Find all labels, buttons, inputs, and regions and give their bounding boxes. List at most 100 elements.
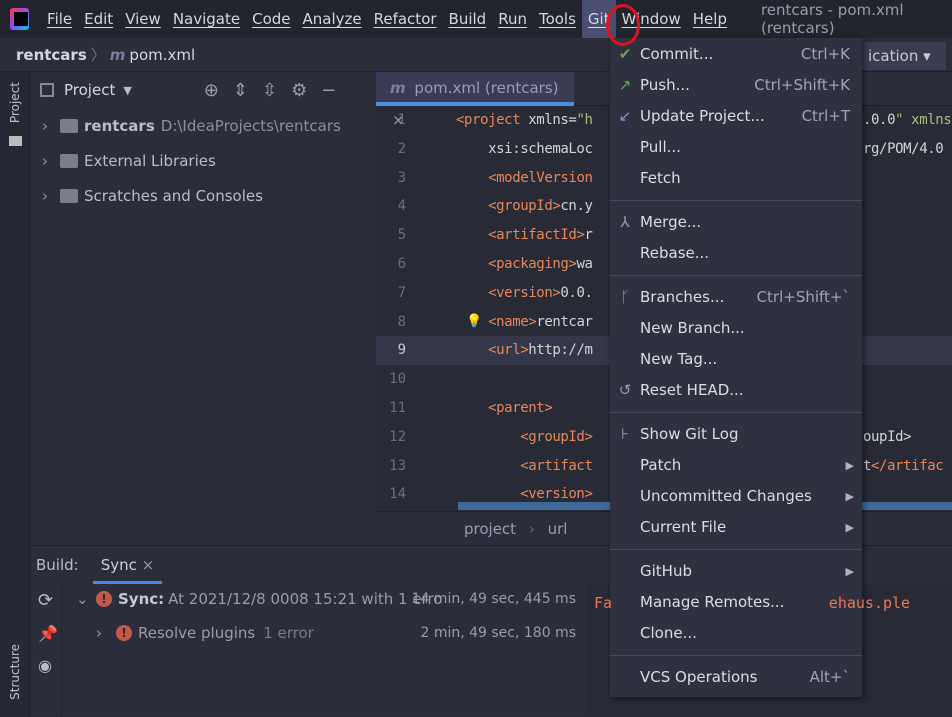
line-text: <url>http://m <box>488 342 593 359</box>
close-icon[interactable]: × <box>142 556 155 574</box>
chevron-right-icon[interactable]: › <box>42 187 60 205</box>
pin-icon[interactable]: 📌 <box>38 624 58 643</box>
library-icon <box>60 153 78 168</box>
submenu-arrow-icon: ▶ <box>845 521 854 534</box>
tree-item[interactable]: › Scratches and Consoles <box>30 178 376 213</box>
line-text-right: rg/POM/4.0 <box>863 140 944 157</box>
chevron-right-icon[interactable]: › <box>42 152 60 170</box>
git-menu-item-merge[interactable]: ⅄ Merge... <box>610 207 862 238</box>
git-menu-item-patch[interactable]: Patch ▶ <box>610 450 862 481</box>
line-number: 8 <box>397 313 406 330</box>
submenu-arrow-icon: ▶ <box>845 490 854 503</box>
menu-refactor[interactable]: Refactor <box>368 0 443 38</box>
project-panel-title[interactable]: Project <box>64 81 115 99</box>
minimize-icon[interactable]: − <box>321 80 350 101</box>
left-tool-strip: Project Structure <box>0 72 30 716</box>
git-menu-item-new-branch[interactable]: New Branch... <box>610 313 862 344</box>
tab-sync[interactable]: Sync × <box>92 546 163 584</box>
structure-tool-tab[interactable]: Structure <box>8 644 22 700</box>
crumb-url[interactable]: url <box>548 520 568 538</box>
expand-all-icon[interactable]: ⇕ <box>233 80 262 101</box>
tree-item-label: rentcars <box>84 116 155 135</box>
menu-edit[interactable]: Edit <box>78 0 119 38</box>
menu-item-label: Show Git Log <box>640 425 739 443</box>
menu-separator <box>610 200 862 201</box>
panel-icon <box>40 83 54 97</box>
menu-item-label: Pull... <box>640 138 681 156</box>
git-menu-item-vcs-operations[interactable]: VCS Operations Alt+` <box>610 662 862 693</box>
line-number: 3 <box>397 169 406 186</box>
row-time: 2 min, 49 sec, 180 ms <box>420 625 576 641</box>
folder-icon <box>60 118 78 133</box>
line-number: 9 <box>397 342 406 359</box>
git-menu-item-uncommitted-changes[interactable]: Uncommitted Changes ▶ <box>610 481 862 512</box>
row-time: 14 min, 49 sec, 445 ms <box>411 591 576 607</box>
build-toolbar: ⟳ 📌 ◉ <box>30 584 62 717</box>
project-tool-tab[interactable]: Project <box>8 82 22 123</box>
line-number: 6 <box>397 255 406 272</box>
line-text: <artifactId>r <box>488 227 593 244</box>
menu-build[interactable]: Build <box>443 0 493 38</box>
menu-separator <box>610 549 862 550</box>
eye-icon[interactable]: ◉ <box>38 656 52 675</box>
git-menu-item-current-file[interactable]: Current File ▶ <box>610 512 862 543</box>
row-text: Resolve plugins <box>138 624 256 642</box>
menu-view[interactable]: View <box>119 0 167 38</box>
line-text: <version>0.0. <box>488 284 593 301</box>
build-row-sync[interactable]: ⌄ ! Sync: At 2021/12/8 0008 15:21 with 1… <box>76 584 576 614</box>
tree-item-label: Scratches and Consoles <box>84 186 263 205</box>
line-number: 2 <box>397 140 406 157</box>
error-icon: ! <box>116 625 132 641</box>
menu-help[interactable]: Help <box>687 0 733 38</box>
git-menu-item-fetch[interactable]: Fetch <box>610 163 862 194</box>
git-menu-item-show-git-log[interactable]: ⊦ Show Git Log <box>610 419 862 450</box>
tree-item[interactable]: › External Libraries <box>30 143 376 178</box>
row-text: At 2021/12/8 0008 15:21 with 1 erro <box>168 590 443 608</box>
git-menu-item-clone[interactable]: Clone... <box>610 618 862 649</box>
row-hint: 1 error <box>263 624 314 642</box>
breadcrumb-file[interactable]: pom.xml <box>129 46 195 64</box>
git-menu-item-github[interactable]: GitHub ▶ <box>610 556 862 587</box>
git-menu-item-commit[interactable]: ✔ Commit... Ctrl+K <box>610 39 862 70</box>
git-menu-item-push[interactable]: ↗ Push... Ctrl+Shift+K <box>610 70 862 101</box>
breadcrumb-separator: 〉 <box>90 46 106 64</box>
chevron-down-icon[interactable]: ⌄ <box>76 584 96 614</box>
menu-analyze[interactable]: Analyze <box>297 0 368 38</box>
git-menu-item-reset-head[interactable]: ↺ Reset HEAD... <box>610 375 862 406</box>
menu-item-label: Patch <box>640 456 682 474</box>
menu-navigate[interactable]: Navigate <box>167 0 246 38</box>
menu-code[interactable]: Code <box>246 0 296 38</box>
line-number: 5 <box>397 227 406 244</box>
chevron-down-icon[interactable]: ▼ <box>123 84 131 97</box>
tree-item[interactable]: › rentcars D:\IdeaProjects\rentcars <box>30 108 376 143</box>
lightbulb-icon[interactable]: 💡 <box>466 308 482 337</box>
crumb-project[interactable]: project <box>464 520 516 538</box>
maven-icon: m <box>390 79 406 97</box>
git-menu-item-rebase[interactable]: Rebase... <box>610 238 862 269</box>
menu-item-shortcut: Ctrl+T <box>801 107 850 125</box>
line-text: <artifact <box>520 457 593 474</box>
git-menu-item-branches[interactable]: ᚴ Branches... Ctrl+Shift+` <box>610 282 862 313</box>
locate-icon[interactable]: ⊕ <box>204 80 233 101</box>
chevron-right-icon[interactable]: › <box>96 618 116 648</box>
project-panel: Project ▼ ⊕⇕⇳⚙− › rentcars D:\IdeaProjects… <box>30 72 376 545</box>
run-configuration-dropdown[interactable]: ication ▾ <box>862 42 946 70</box>
git-menu-item-pull[interactable]: Pull... <box>610 132 862 163</box>
gear-icon[interactable]: ⚙ <box>291 80 321 101</box>
menu-item-label: VCS Operations <box>640 668 758 686</box>
tab-pom-xml[interactable]: m pom.xml (rentcars) × <box>376 72 574 129</box>
menu-run[interactable]: Run <box>492 0 533 38</box>
submenu-arrow-icon: ▶ <box>845 459 854 472</box>
menu-file[interactable]: File <box>41 0 78 38</box>
collapse-all-icon[interactable]: ⇳ <box>262 80 291 101</box>
folder-icon <box>9 136 22 146</box>
git-menu-item-new-tag[interactable]: New Tag... <box>610 344 862 375</box>
refresh-icon[interactable]: ⟳ <box>38 590 53 611</box>
row-title: Sync: <box>118 590 165 608</box>
git-menu-item-update-project[interactable]: ↙ Update Project... Ctrl+T <box>610 101 862 132</box>
menu-tools[interactable]: Tools <box>533 0 582 38</box>
chevron-right-icon[interactable]: › <box>42 117 60 135</box>
build-row-resolve-plugins[interactable]: › ! Resolve plugins 1 error 2 min, 49 se… <box>76 618 576 648</box>
breadcrumb-project[interactable]: rentcars <box>16 46 87 64</box>
menu-bar: File Edit View Navigate Code Analyze Refactor B… <box>0 0 952 38</box>
